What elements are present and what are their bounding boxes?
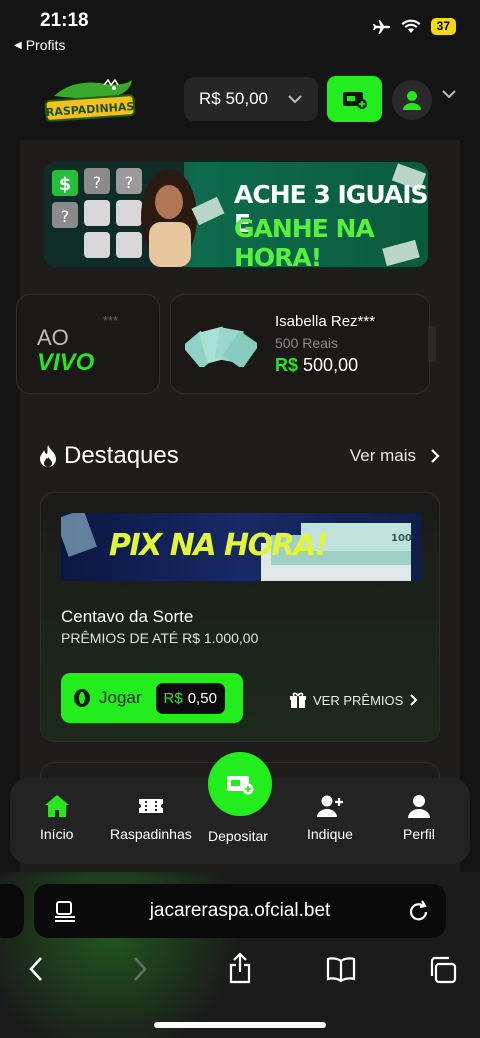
live-ao-label: AO [37, 325, 69, 350]
live-vivo-label: VIVO [37, 349, 95, 376]
nav-inicio-label: Início [40, 826, 74, 842]
add-user-icon [316, 795, 343, 817]
wallet-plus-icon [227, 776, 254, 795]
tabs-icon[interactable] [428, 956, 458, 984]
svg-text:?: ? [61, 207, 70, 226]
chevron-right-icon [410, 694, 418, 706]
reload-icon[interactable] [408, 899, 430, 923]
home-icon [44, 795, 69, 817]
nav-deposit-fab[interactable] [208, 752, 272, 816]
svg-text:100: 100 [391, 533, 412, 544]
app-header: RASPADINHAS R$ 50,00 [0, 62, 480, 140]
status-icons: 37 [371, 18, 456, 35]
back-triangle-icon: ◀ [14, 39, 22, 51]
back-icon[interactable] [28, 956, 44, 982]
destaques-title: Destaques [38, 442, 179, 470]
cash-stack-image [185, 326, 257, 367]
balance-selector[interactable]: R$ 50,00 [184, 77, 318, 121]
winner-amount: R$ 500,00 [275, 355, 358, 376]
game-card-centavo[interactable]: 100 PIX NA HORA! Centavo da Sorte PRÊMIO… [40, 492, 440, 742]
winner-value: 500,00 [303, 355, 359, 375]
live-winner-card: Isabella Rez*** 500 Reais R$ 500,00 [170, 294, 430, 394]
see-more-label: Ver mais [349, 446, 416, 465]
airplane-icon [372, 19, 390, 34]
battery-indicator: 37 [430, 18, 456, 35]
svg-text:?: ? [125, 173, 134, 192]
live-hidden-name: *** [103, 313, 119, 328]
user-icon [407, 795, 430, 818]
live-label-card: *** AO VIVO [16, 294, 160, 394]
account-chevron-down-icon[interactable] [442, 90, 456, 99]
game-banner-title: PIX NA HORA! [109, 528, 329, 563]
back-to-app-link[interactable]: ◀ Profits [14, 37, 65, 53]
logo-image: RASPADINHAS [44, 78, 136, 122]
next-live-card-edge [428, 326, 436, 362]
winner-name: Isabella Rez*** [275, 313, 376, 330]
raspadinhas-logo[interactable]: RASPADINHAS [44, 76, 136, 126]
game-title: Centavo da Sorte [61, 607, 194, 626]
bookmarks-icon[interactable] [326, 956, 356, 982]
view-prizes-label: VER PRÊMIOS [313, 692, 404, 708]
promo-banner[interactable]: $ ? ? ? ACHE 3 IGUAIS E GANHE NA HORA! [44, 162, 428, 267]
view-prizes-link[interactable]: VER PRÊMIOS [289, 691, 419, 709]
nav-indique[interactable]: Indique [307, 794, 353, 842]
page-menu-icon[interactable] [54, 900, 76, 922]
winner-prize: 500 Reais [275, 335, 339, 351]
nav-inicio[interactable]: Início [40, 794, 73, 842]
previous-tab-edge[interactable] [0, 884, 24, 938]
status-bar: 21:18 ◀ Profits 37 [0, 0, 480, 62]
browser-toolbar: jacareraspa.ofcial.bet [0, 872, 480, 1038]
status-time: 21:18 [40, 10, 89, 31]
address-bar[interactable]: jacareraspa.ofcial.bet [34, 884, 446, 938]
balance-amount: R$ 50,00 [199, 89, 268, 108]
wallet-plus-icon [342, 92, 367, 109]
nav-raspadinhas-label: Raspadinhas [110, 826, 192, 842]
svg-text:$: $ [59, 174, 72, 195]
ticket-icon [138, 799, 163, 813]
play-label: Jogar [99, 688, 142, 707]
coin-icon [74, 689, 90, 707]
see-more-link[interactable]: Ver mais [350, 446, 440, 466]
user-icon [403, 91, 421, 110]
fire-icon [40, 445, 56, 467]
price-chip: R$ 0,50 [155, 682, 225, 714]
nav-perfil-label: Perfil [403, 826, 435, 842]
svg-text:?: ? [93, 173, 102, 192]
destaques-header: Destaques Ver mais [38, 438, 440, 474]
price-value: 0,50 [187, 689, 217, 707]
game-subtitle: PRÊMIOS DE ATÉ R$ 1.000,00 [61, 630, 259, 646]
nav-depositar[interactable]: Depositar [208, 828, 268, 844]
chevron-down-icon [288, 94, 302, 103]
back-app-label: Profits [25, 37, 66, 53]
home-indicator [154, 1022, 326, 1028]
bottom-navigation: Início Raspadinhas Depositar Indique Per… [10, 752, 470, 864]
nav-depositar-label: Depositar [208, 828, 268, 844]
gift-icon [290, 692, 306, 708]
forward-icon[interactable] [132, 956, 148, 982]
game-banner: 100 PIX NA HORA! [61, 513, 421, 581]
wifi-icon [401, 19, 421, 33]
user-avatar[interactable] [392, 80, 432, 120]
nav-raspadinhas[interactable]: Raspadinhas [110, 794, 192, 842]
nav-indique-label: Indique [307, 826, 353, 842]
url-text: jacareraspa.ofcial.bet [149, 900, 331, 921]
winner-currency: R$ [275, 355, 299, 375]
chevron-right-icon [431, 449, 440, 463]
header-deposit-button[interactable] [327, 76, 382, 122]
nav-perfil[interactable]: Perfil [403, 794, 435, 842]
destaques-title-label: Destaques [64, 442, 179, 469]
price-currency: R$ [163, 689, 183, 707]
play-button[interactable]: Jogar R$ 0,50 [61, 673, 243, 723]
share-icon[interactable] [228, 952, 252, 984]
banner-title-line2: GANHE NA HORA! [234, 214, 375, 267]
